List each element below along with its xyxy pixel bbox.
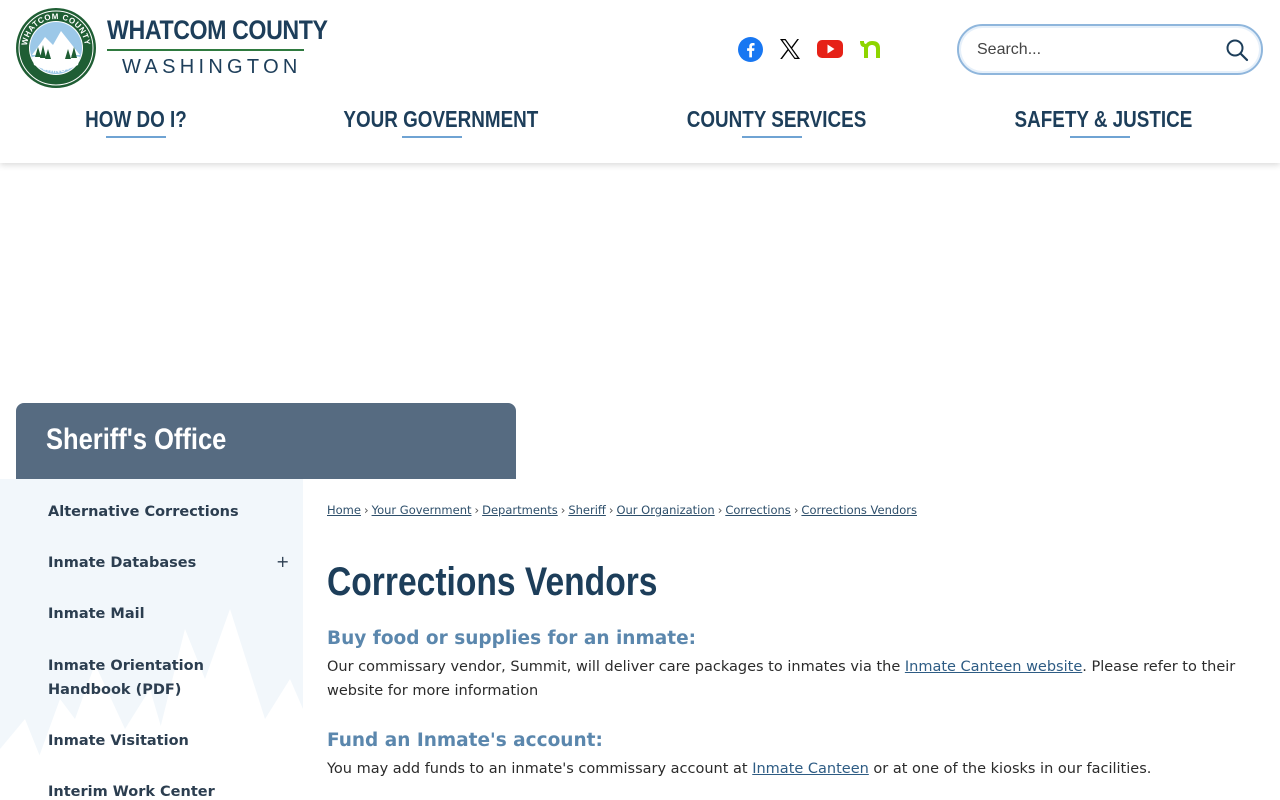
section-text-buy-food: Our commissary vendor, Summit, will deli… bbox=[327, 655, 1237, 703]
sidebar-item-inmate-orientation-handbook[interactable]: Inmate Orientation Handbook (PDF) bbox=[48, 654, 273, 702]
sidebar-nav: Alternative Corrections Inmate Databases… bbox=[0, 479, 303, 800]
facebook-icon bbox=[737, 36, 763, 62]
x-link[interactable] bbox=[777, 36, 803, 62]
breadcrumb-your-government[interactable]: Your Government bbox=[372, 503, 472, 517]
nav-your-government[interactable]: YOUR GOVERNMENT bbox=[322, 106, 542, 138]
breadcrumb-home[interactable]: Home bbox=[327, 503, 361, 517]
sidebar-item-inmate-databases[interactable]: Inmate Databases bbox=[48, 551, 196, 575]
sidebar-item-inmate-mail[interactable]: Inmate Mail bbox=[48, 602, 145, 626]
youtube-link[interactable] bbox=[817, 36, 843, 62]
breadcrumb-separator: › bbox=[560, 503, 566, 517]
breadcrumb: Home › Your Government › Departments › Sheriff… bbox=[327, 503, 917, 517]
paragraph-text: or at one of the kiosks in our facilitie… bbox=[868, 761, 1152, 777]
youtube-icon bbox=[817, 40, 843, 58]
inmate-canteen-link[interactable]: Inmate Canteen bbox=[752, 761, 869, 777]
nav-label: SAFETY & JUSTICE bbox=[1014, 106, 1193, 132]
expand-toggle[interactable]: + bbox=[276, 552, 289, 571]
brand-subtitle: WASHINGTON bbox=[122, 56, 302, 78]
inmate-canteen-website-link[interactable]: Inmate Canteen website bbox=[905, 659, 1082, 675]
nav-label: YOUR GOVERNMENT bbox=[343, 106, 539, 132]
breadcrumb-sheriff[interactable]: Sheriff bbox=[568, 503, 606, 517]
breadcrumb-separator: › bbox=[474, 503, 480, 517]
nav-label: HOW DO I? bbox=[85, 106, 187, 132]
nav-underline bbox=[742, 136, 802, 138]
x-icon bbox=[780, 39, 800, 59]
breadcrumb-separator: › bbox=[793, 503, 799, 517]
nextdoor-link[interactable] bbox=[857, 36, 883, 62]
brand-wordmark[interactable]: WHATCOM COUNTY WASHINGTON bbox=[107, 14, 328, 78]
section-heading-buy-food: Buy food or supplies for an inmate: bbox=[327, 628, 697, 649]
breadcrumb-departments[interactable]: Departments bbox=[482, 503, 558, 517]
nextdoor-icon bbox=[860, 41, 880, 58]
nav-underline bbox=[1070, 136, 1130, 138]
sidebar-item-inmate-visitation[interactable]: Inmate Visitation bbox=[48, 729, 189, 753]
search-input[interactable] bbox=[977, 38, 1217, 62]
search-box bbox=[957, 24, 1263, 75]
breadcrumb-corrections-vendors[interactable]: Corrections Vendors bbox=[801, 503, 917, 517]
paragraph-text: Our commissary vendor, Summit, will deli… bbox=[327, 659, 905, 675]
site-header: WHATCOM COUNTY WASHINGTON WHATCOM COUNTY… bbox=[0, 0, 1280, 163]
breadcrumb-separator: › bbox=[608, 503, 614, 517]
county-seal-logo[interactable]: WHATCOM COUNTY WASHINGTON bbox=[15, 7, 97, 89]
breadcrumb-separator: › bbox=[717, 503, 723, 517]
nav-how-do-i[interactable]: HOW DO I? bbox=[70, 106, 202, 138]
search-icon[interactable] bbox=[1225, 38, 1249, 62]
department-title: Sheriff's Office bbox=[46, 423, 227, 456]
page-title: Corrections Vendors bbox=[327, 560, 658, 604]
sidebar-item-alternative-corrections[interactable]: Alternative Corrections bbox=[48, 500, 239, 524]
nav-underline bbox=[402, 136, 462, 138]
nav-underline bbox=[106, 136, 166, 138]
brand-divider bbox=[107, 49, 304, 51]
breadcrumb-our-organization[interactable]: Our Organization bbox=[616, 503, 714, 517]
sidebar-item-interim-work-center[interactable]: Interim Work Center bbox=[48, 780, 215, 800]
breadcrumb-separator: › bbox=[363, 503, 369, 517]
paragraph-text: You may add funds to an inmate's commiss… bbox=[327, 761, 753, 777]
section-heading-fund-account: Fund an Inmate's account: bbox=[327, 730, 603, 751]
section-text-fund-account: You may add funds to an inmate's commiss… bbox=[327, 757, 1237, 781]
nav-label: COUNTY SERVICES bbox=[686, 106, 867, 132]
facebook-link[interactable] bbox=[737, 36, 763, 62]
breadcrumb-corrections[interactable]: Corrections bbox=[725, 503, 791, 517]
brand-title: WHATCOM COUNTY bbox=[107, 15, 328, 45]
nav-safety-justice[interactable]: SAFETY & JUSTICE bbox=[995, 106, 1205, 138]
nav-county-services[interactable]: COUNTY SERVICES bbox=[667, 106, 877, 138]
department-banner: Sheriff's Office bbox=[16, 403, 516, 479]
main-nav: HOW DO I? YOUR GOVERNMENT COUNTY SERVICE… bbox=[0, 106, 1280, 156]
